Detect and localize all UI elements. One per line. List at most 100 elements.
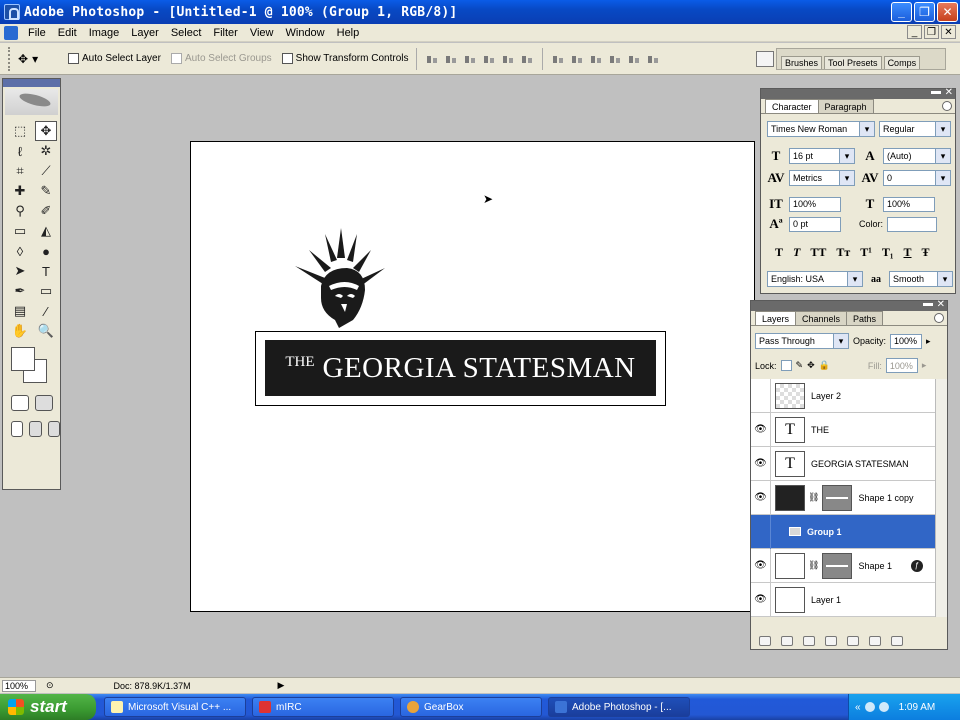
- show-transform-controls-checkbox[interactable]: Show Transform Controls: [281, 53, 408, 64]
- panel-menu-icon[interactable]: [934, 313, 944, 323]
- leading-select[interactable]: (Auto): [883, 148, 951, 164]
- doc-minimize-button[interactable]: _: [907, 25, 922, 39]
- delete-layer-icon[interactable]: [891, 636, 903, 646]
- zoom-level-field[interactable]: 100%: [2, 679, 36, 692]
- lock-transparency-icon[interactable]: [780, 360, 792, 371]
- path-selection-tool-icon[interactable]: ➤: [9, 261, 31, 281]
- eye-icon[interactable]: 👁: [751, 582, 771, 617]
- menu-image[interactable]: Image: [83, 27, 126, 39]
- lock-image-icon[interactable]: ✎: [796, 360, 804, 371]
- distribute-top-icon[interactable]: [551, 53, 565, 65]
- minimize-icon[interactable]: ▬: [923, 298, 933, 309]
- minimize-icon[interactable]: ▬: [931, 86, 941, 97]
- align-horizontal-center-icon[interactable]: [501, 53, 515, 65]
- brush-tool-icon[interactable]: ✎: [35, 181, 57, 201]
- vertical-scale-field[interactable]: 100%: [789, 196, 841, 212]
- all-caps-button[interactable]: TT: [810, 245, 826, 260]
- layer-row-layer-2[interactable]: Layer 2: [751, 378, 935, 413]
- status-options-icon[interactable]: ⊙: [46, 680, 54, 691]
- tool-preset-picker[interactable]: ✥ ▾: [18, 49, 58, 69]
- font-size-select[interactable]: 16 pt: [789, 148, 855, 164]
- paint-bucket-tool-icon[interactable]: ◭: [35, 221, 57, 241]
- move-tool-icon[interactable]: ✥: [35, 121, 57, 141]
- minimize-button[interactable]: _: [891, 2, 912, 22]
- subscript-button[interactable]: T₁: [882, 245, 894, 260]
- panel-menu-icon[interactable]: [942, 101, 952, 111]
- opacity-field[interactable]: 100%: [890, 333, 923, 349]
- taskbar-item-gearbox[interactable]: GearBox: [400, 697, 542, 717]
- distribute-horizontal-center-icon[interactable]: [627, 53, 641, 65]
- standard-screen-mode-button[interactable]: [11, 421, 24, 437]
- tab-channels[interactable]: Channels: [795, 311, 848, 325]
- volume-icon[interactable]: [878, 702, 889, 712]
- superscript-button[interactable]: T¹: [860, 245, 872, 260]
- dodge-tool-icon[interactable]: ●: [35, 241, 57, 261]
- start-button[interactable]: start: [0, 694, 96, 720]
- panel-title-bar[interactable]: ▬ ✕: [761, 86, 955, 99]
- doc-restore-button[interactable]: ❐: [924, 25, 939, 39]
- tab-paragraph[interactable]: Paragraph: [817, 99, 874, 113]
- marquee-tool-icon[interactable]: ⬚: [9, 121, 31, 141]
- options-bar-grip[interactable]: [8, 46, 12, 71]
- status-menu-arrow-icon[interactable]: ▶: [278, 680, 285, 691]
- new-layer-icon[interactable]: [869, 636, 881, 646]
- visibility-toggle[interactable]: [751, 378, 771, 413]
- toolbox-title-bar[interactable]: [3, 79, 60, 87]
- blur-tool-icon[interactable]: ◊: [9, 241, 31, 261]
- lock-position-icon[interactable]: ✥: [807, 360, 815, 371]
- baseline-shift-field[interactable]: 0 pt: [789, 216, 841, 232]
- antialias-select[interactable]: Smooth: [889, 271, 953, 287]
- checkbox-box[interactable]: [68, 53, 79, 64]
- doc-close-button[interactable]: ✕: [941, 25, 956, 39]
- panel-title-bar[interactable]: ▬ ✕: [751, 298, 947, 311]
- faux-bold-button[interactable]: T: [775, 245, 783, 260]
- distribute-right-icon[interactable]: [646, 53, 660, 65]
- zoom-tool-icon[interactable]: 🔍: [35, 321, 57, 341]
- eye-icon[interactable]: 👁: [751, 446, 771, 481]
- tab-character[interactable]: Character: [765, 99, 819, 113]
- align-top-icon[interactable]: [425, 53, 439, 65]
- strikethrough-button[interactable]: Ŧ: [922, 245, 930, 260]
- hand-tool-icon[interactable]: ✋: [9, 321, 31, 341]
- menu-view[interactable]: View: [244, 27, 280, 39]
- opacity-slider-arrow-icon[interactable]: ▸: [926, 336, 931, 347]
- distribute-vertical-center-icon[interactable]: [570, 53, 584, 65]
- add-layer-style-icon[interactable]: [781, 636, 793, 646]
- eraser-tool-icon[interactable]: ▭: [9, 221, 31, 241]
- horizontal-scale-field[interactable]: 100%: [883, 196, 935, 212]
- adjustment-layer-icon[interactable]: [825, 636, 837, 646]
- standard-mode-button[interactable]: [11, 395, 29, 411]
- font-family-select[interactable]: Times New Roman: [767, 121, 875, 137]
- tab-paths[interactable]: Paths: [846, 311, 884, 325]
- menu-window[interactable]: Window: [280, 27, 331, 39]
- auto-select-layer-checkbox[interactable]: Auto Select Layer: [68, 53, 161, 64]
- quick-mask-mode-button[interactable]: [35, 395, 53, 411]
- clone-stamp-tool-icon[interactable]: ⚲: [9, 201, 31, 221]
- shape-tool-icon[interactable]: ▭: [35, 281, 57, 301]
- small-caps-button[interactable]: Tт: [836, 245, 850, 260]
- align-left-icon[interactable]: [482, 53, 496, 65]
- palette-well-tab-comps[interactable]: Comps: [883, 56, 921, 69]
- healing-brush-tool-icon[interactable]: ✚: [9, 181, 31, 201]
- layer-row-shape-1[interactable]: 👁 ⛓ Shape 1 ƒ: [751, 548, 935, 583]
- crop-tool-icon[interactable]: ⌗: [9, 161, 31, 181]
- menu-help[interactable]: Help: [331, 27, 366, 39]
- taskbar-item-mirc[interactable]: mIRC: [252, 697, 394, 717]
- menu-file[interactable]: File: [22, 27, 52, 39]
- eye-icon[interactable]: 👁: [751, 548, 771, 583]
- distribute-left-icon[interactable]: [608, 53, 622, 65]
- lasso-tool-icon[interactable]: ℓ: [9, 141, 31, 161]
- tab-layers[interactable]: Layers: [755, 311, 797, 325]
- link-layers-icon[interactable]: [759, 636, 771, 646]
- app-menu-icon[interactable]: [4, 25, 18, 40]
- close-button[interactable]: ✕: [937, 2, 958, 22]
- palette-well-tab-tool-presets[interactable]: Tool Presets: [824, 56, 882, 69]
- new-group-icon[interactable]: [847, 636, 859, 646]
- layer-row-group-1[interactable]: Group 1: [751, 514, 935, 549]
- type-tool-icon[interactable]: T: [35, 261, 57, 281]
- layer-row-shape-1-copy[interactable]: 👁 ⛓ Shape 1 copy: [751, 480, 935, 515]
- font-style-select[interactable]: Regular: [879, 121, 951, 137]
- close-icon[interactable]: ✕: [945, 87, 953, 98]
- eye-icon[interactable]: 👁: [751, 412, 771, 447]
- tracking-select[interactable]: 0: [883, 170, 951, 186]
